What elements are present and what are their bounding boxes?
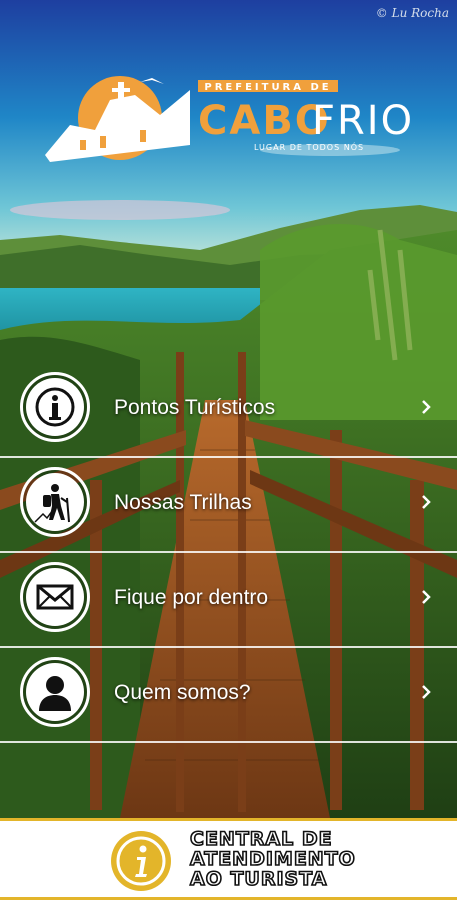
- menu-item-nossas-trilhas[interactable]: Nossas Trilhas: [0, 458, 457, 553]
- logo-prefeitura-text: PREFEITURA DE: [204, 82, 331, 93]
- menu-item-pontos-turisticos[interactable]: Pontos Turísticos: [0, 363, 457, 458]
- cabo-frio-logo: PREFEITURA DE CABO FRIO LUGAR DE TODOS N…: [45, 76, 414, 162]
- central-atendimento-banner[interactable]: CENTRAL DE ATENDIMENTO AO TURISTA: [0, 818, 457, 900]
- menu-item-label: Nossas Trilhas: [114, 491, 252, 514]
- menu-item-fique-por-dentro[interactable]: Fique por dentro: [0, 553, 457, 648]
- info-badge-icon: [111, 831, 171, 891]
- chevron-right-icon: [422, 685, 431, 699]
- chevron-right-icon: [422, 495, 431, 509]
- central-atendimento-text: CENTRAL DE ATENDIMENTO AO TURISTA: [189, 828, 356, 890]
- footer-line-3: AO TURISTA: [189, 868, 328, 890]
- hiker-icon: [20, 467, 90, 537]
- main-menu: Pontos Turísticos Nossas Trilhas Fique p…: [0, 363, 457, 743]
- menu-item-label: Fique por dentro: [114, 586, 269, 609]
- chevron-right-icon: [422, 400, 431, 414]
- envelope-icon: [20, 562, 90, 632]
- logo-cabo-text: CABO: [198, 98, 331, 144]
- menu-item-label: Pontos Turísticos: [114, 396, 276, 419]
- footer-line-2: ATENDIMENTO: [189, 848, 356, 870]
- home-screen: © Lu Rocha PREFEITURA DE CABO FRIO LUGAR…: [0, 0, 457, 900]
- photo-credit: © Lu Rocha: [375, 6, 449, 20]
- menu-item-label: Quem somos?: [114, 681, 251, 704]
- info-icon: [20, 372, 90, 442]
- logo-frio-text: FRIO: [312, 98, 414, 144]
- menu-item-quem-somos[interactable]: Quem somos?: [0, 648, 457, 743]
- chevron-right-icon: [422, 590, 431, 604]
- person-icon: [20, 657, 90, 727]
- footer-line-1: CENTRAL DE: [189, 828, 333, 850]
- logo-tagline: LUGAR DE TODOS NÓS: [254, 141, 364, 152]
